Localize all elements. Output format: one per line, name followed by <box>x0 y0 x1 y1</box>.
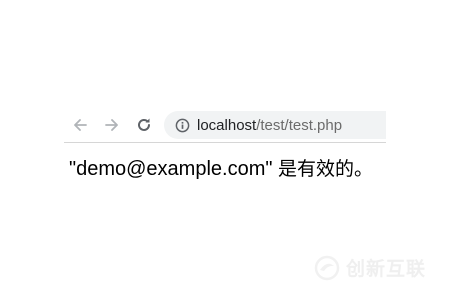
back-button[interactable] <box>68 113 92 137</box>
url-text[interactable]: localhost/test/test.php <box>197 117 342 134</box>
reload-icon <box>138 118 150 131</box>
info-icon[interactable] <box>174 117 190 133</box>
url-path: /test/test.php <box>256 116 343 134</box>
brand-logo-icon <box>314 255 340 280</box>
page-output-text: "demo@example.com" 是有效的。 <box>69 154 373 181</box>
forward-button[interactable] <box>100 113 124 137</box>
watermark-text: 创新互联 <box>346 258 427 280</box>
browser-window: localhost/test/test.php "demo@example.co… <box>0 0 450 300</box>
browser-toolbar: localhost/test/test.php <box>64 108 386 143</box>
arrow-left-icon <box>74 119 87 131</box>
url-host: localhost <box>197 116 257 134</box>
arrow-right-icon <box>105 119 118 131</box>
email-result: "demo@example.com" <box>69 158 279 180</box>
address-bar[interactable]: localhost/test/test.php <box>164 111 386 139</box>
validity-message: 是有效的。 <box>278 158 374 180</box>
watermark: 创新互联 <box>314 254 426 281</box>
reload-button[interactable] <box>132 113 156 137</box>
